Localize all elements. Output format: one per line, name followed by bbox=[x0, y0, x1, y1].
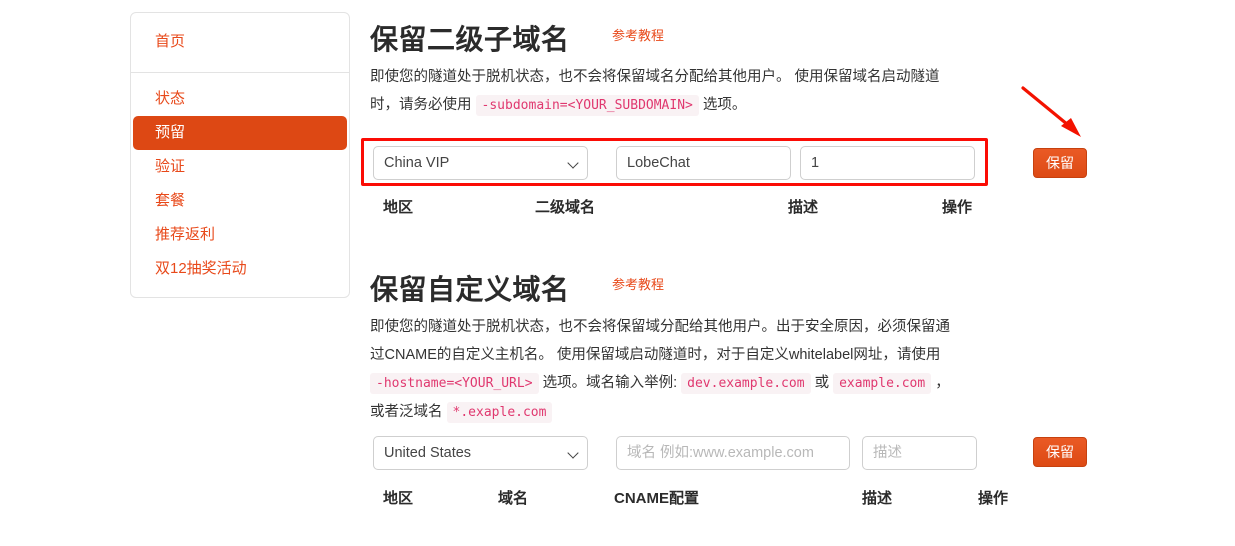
customdomain-col-description: 描述 bbox=[862, 490, 893, 507]
customdomain-example-code-2: example.com bbox=[833, 373, 932, 394]
customdomain-desc-or: 或 bbox=[814, 375, 830, 391]
page-root: 首页 状态 预留 验证 套餐 推荐返利 双12抽奖活动 保留二级子域名 参考教程… bbox=[0, 0, 1235, 546]
customdomain-domain-input[interactable] bbox=[616, 436, 850, 470]
sidebar-home-group: 首页 bbox=[131, 13, 349, 73]
customdomain-col-domain: 域名 bbox=[498, 490, 529, 507]
subdomain-description-input[interactable] bbox=[800, 146, 975, 180]
subdomain-col-region: 地区 bbox=[383, 199, 414, 216]
customdomain-wildcard-code: *.exaple.com bbox=[446, 402, 553, 423]
sidebar-item-plan[interactable]: 套餐 bbox=[131, 184, 349, 218]
subdomain-section-header: 保留二级子域名 参考教程 bbox=[370, 18, 1070, 58]
subdomain-description: 即使您的隧道处于脱机状态，也不会将保留域名分配给其他用户。 使用保留域名启动隧道… bbox=[370, 63, 956, 120]
customdomain-tutorial-link[interactable]: 参考教程 bbox=[612, 274, 664, 293]
customdomain-col-action: 操作 bbox=[978, 490, 1009, 507]
customdomain-desc-text-2: 选项。域名输入举例: bbox=[542, 375, 678, 391]
subdomain-option-code: -subdomain=<YOUR_SUBDOMAIN> bbox=[475, 95, 699, 116]
sidebar-item-lottery[interactable]: 双12抽奖活动 bbox=[131, 252, 349, 286]
sidebar-item-verify[interactable]: 验证 bbox=[131, 150, 349, 184]
pointer-arrow-icon bbox=[1021, 86, 1081, 137]
subdomain-save-button[interactable]: 保留 bbox=[1033, 148, 1087, 178]
customdomain-title: 保留自定义域名 bbox=[370, 273, 570, 306]
subdomain-col-description: 描述 bbox=[788, 199, 819, 216]
subdomain-desc-text-2: 选项。 bbox=[702, 97, 747, 113]
customdomain-description-input[interactable] bbox=[862, 436, 977, 470]
subdomain-tutorial-link[interactable]: 参考教程 bbox=[612, 25, 664, 44]
customdomain-example-code-1: dev.example.com bbox=[681, 373, 811, 394]
customdomain-hostname-code: -hostname=<YOUR_URL> bbox=[370, 373, 539, 394]
subdomain-col-subdomain: 二级域名 bbox=[535, 199, 596, 216]
customdomain-save-button[interactable]: 保留 bbox=[1033, 437, 1087, 467]
sidebar: 首页 状态 预留 验证 套餐 推荐返利 双12抽奖活动 bbox=[130, 12, 350, 298]
sidebar-item-reserved[interactable]: 预留 bbox=[133, 116, 347, 150]
customdomain-col-cname: CNAME配置 bbox=[614, 490, 699, 507]
customdomain-region-select[interactable]: United StatesChina VIPChinaJapanEurope bbox=[373, 436, 588, 470]
customdomain-section-header: 保留自定义域名 参考教程 bbox=[370, 268, 1070, 308]
customdomain-col-region: 地区 bbox=[383, 490, 414, 507]
main-content: 保留二级子域名 参考教程 即使您的隧道处于脱机状态，也不会将保留域名分配给其他用… bbox=[361, 0, 1235, 546]
subdomain-region-select[interactable]: China VIPUnited StatesChinaJapanEurope bbox=[373, 146, 588, 180]
sidebar-item-home[interactable]: 首页 bbox=[131, 25, 349, 59]
sidebar-item-status[interactable]: 状态 bbox=[131, 82, 349, 116]
sidebar-item-referral[interactable]: 推荐返利 bbox=[131, 218, 349, 252]
sidebar-nav-list: 状态 预留 验证 套餐 推荐返利 双12抽奖活动 bbox=[131, 73, 349, 297]
subdomain-title: 保留二级子域名 bbox=[370, 23, 570, 56]
customdomain-description: 即使您的隧道处于脱机状态，也不会将保留域分配给其他用户。出于安全原因，必须保留通… bbox=[370, 313, 962, 427]
customdomain-desc-text-1: 即使您的隧道处于脱机状态，也不会将保留域分配给其他用户。出于安全原因，必须保留通… bbox=[370, 319, 950, 363]
subdomain-name-input[interactable] bbox=[616, 146, 791, 180]
subdomain-col-action: 操作 bbox=[942, 199, 973, 216]
